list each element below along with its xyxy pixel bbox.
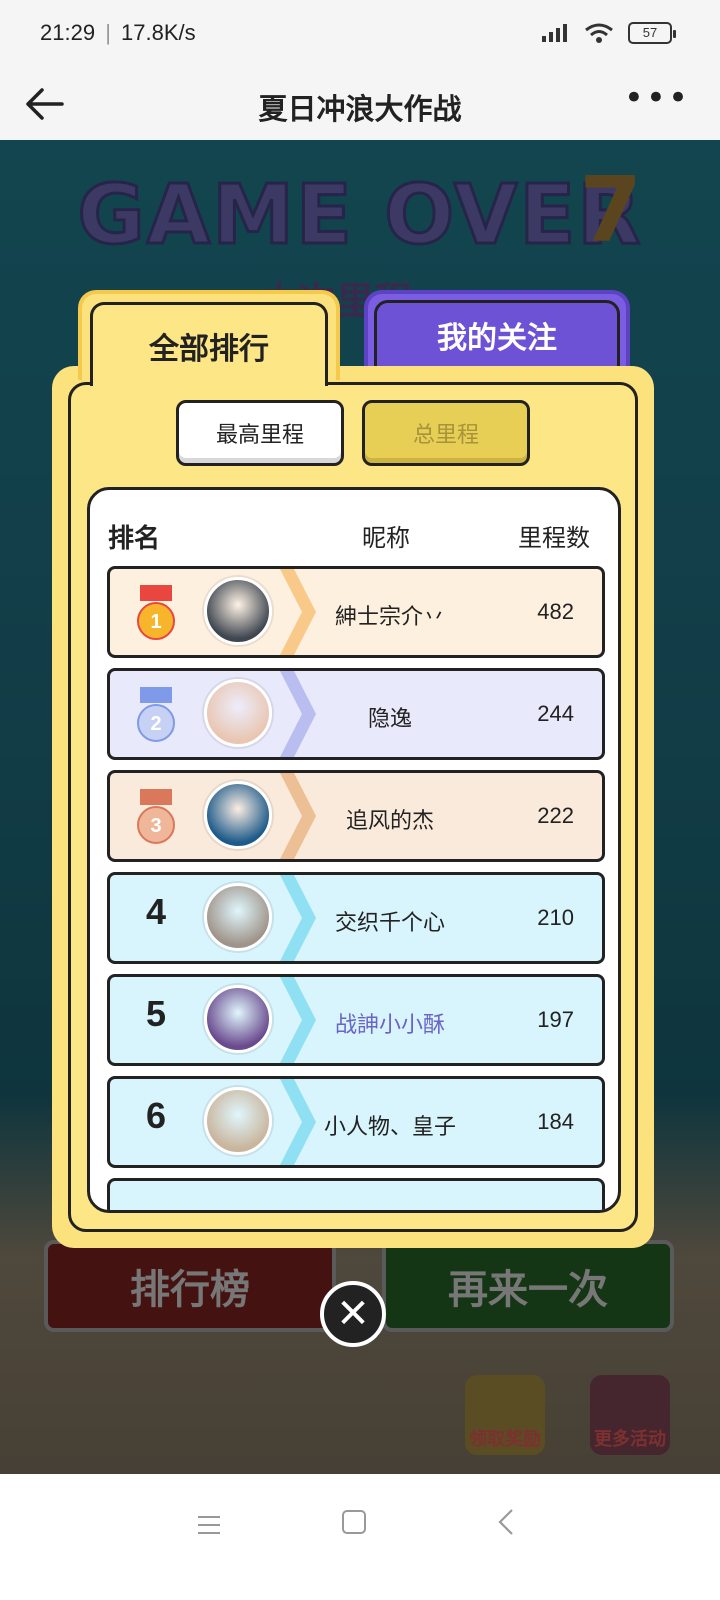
wifi-icon	[585, 23, 613, 43]
rank-number: 4	[145, 891, 167, 932]
avatar	[204, 1087, 272, 1155]
player-nickname: 小人物、皇子	[323, 1115, 456, 1140]
signal-icon	[542, 24, 567, 42]
tab-follow-label: 我的关注	[374, 300, 620, 370]
ranking-row[interactable]: 5 战訷小小酥 197	[107, 974, 605, 1066]
player-score: 210	[537, 905, 574, 930]
player-nickname: 战訷小小酥	[334, 1013, 445, 1038]
ranking-row[interactable]: 6 小人物、皇子 184	[107, 1076, 605, 1168]
ranking-row[interactable]: 1 紳士宗介丷 482	[107, 566, 605, 658]
medal-icon: 2	[137, 687, 175, 742]
player-score: 184	[537, 1109, 574, 1134]
ranking-row[interactable]: 4 交织千个心 210	[107, 872, 605, 964]
battery-icon: 57	[628, 22, 676, 44]
player-score: 244	[537, 701, 574, 726]
close-icon[interactable]: ✕	[320, 1281, 386, 1347]
network-speed: 17.8K/s	[121, 20, 196, 45]
medal-icon: 1	[137, 585, 175, 640]
clock: 21:29	[40, 20, 96, 45]
ranking-row-partial[interactable]	[107, 1178, 605, 1210]
status-bar: 21:29 | 17.8K/s 57	[0, 0, 720, 66]
page-title: 夏日冲浪大作战	[258, 92, 462, 126]
status-icons: 57	[540, 22, 676, 44]
player-score: 222	[537, 803, 574, 828]
avatar	[204, 985, 272, 1053]
medal-icon: 3	[137, 789, 175, 844]
player-score: 482	[537, 599, 574, 624]
menu-icon[interactable]	[196, 1514, 222, 1536]
header-nickname: 昵称	[362, 524, 410, 552]
tab-all-ranking[interactable]: 全部排行	[78, 290, 340, 386]
rank-number: 5	[145, 993, 167, 1034]
home-icon[interactable]	[342, 1510, 366, 1534]
ranking-row[interactable]: 3 追风的杰 222	[107, 770, 605, 862]
avatar	[204, 679, 272, 747]
avatar	[204, 577, 272, 645]
segment-best-distance[interactable]: 最高里程	[176, 400, 344, 466]
player-nickname: 紳士宗介丷	[334, 605, 445, 630]
rank-number: 6	[145, 1095, 167, 1136]
header-score: 里程数	[518, 524, 590, 552]
player-nickname: 隐逸	[367, 707, 412, 732]
title-bar: 夏日冲浪大作战 •••	[0, 66, 720, 140]
nav-back-icon[interactable]	[494, 1508, 518, 1536]
player-score: 197	[537, 1007, 574, 1032]
svg-text:1: 1	[150, 611, 161, 633]
avatar	[204, 883, 272, 951]
player-nickname: 交织千个心	[334, 911, 445, 936]
header-rank: 排名	[108, 524, 161, 554]
segment-total-distance[interactable]: 总里程	[362, 400, 530, 466]
status-time: 21:29 | 17.8K/s	[40, 20, 196, 45]
player-nickname: 追风的杰	[345, 809, 434, 834]
ranking-row[interactable]: 2 隐逸 244	[107, 668, 605, 760]
ranking-list[interactable]: 排名 昵称 里程数 1 紳士宗介丷 482 2 隐逸 244 3 追风的杰 222 4 交织千个心 2…	[87, 487, 621, 1213]
svg-text:2: 2	[150, 713, 161, 735]
more-icon[interactable]: •••	[624, 78, 690, 118]
navigation-bar	[0, 1474, 720, 1600]
svg-text:3: 3	[150, 815, 161, 837]
tab-all-label: 全部排行	[90, 302, 328, 386]
avatar	[204, 781, 272, 849]
